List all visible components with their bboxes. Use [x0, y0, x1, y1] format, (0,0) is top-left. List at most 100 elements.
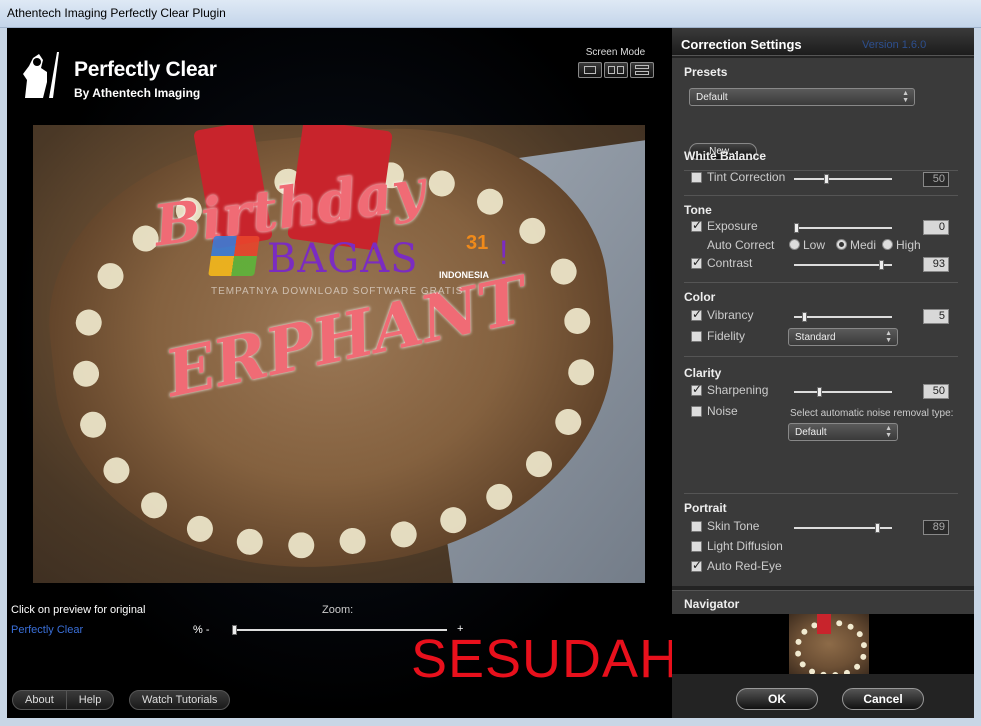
sharpening-checkbox[interactable]	[691, 382, 702, 396]
window-title: Athentech Imaging Perfectly Clear Plugin	[7, 6, 226, 20]
brand-logo: Perfectly Clear By Athentech Imaging	[17, 50, 237, 102]
watermark-word: BAGAS	[267, 236, 419, 282]
noise-checkbox[interactable]	[691, 406, 702, 417]
perfectly-clear-link[interactable]: Perfectly Clear	[11, 624, 83, 636]
screen-mode-split-button[interactable]	[603, 62, 628, 78]
tint-slider[interactable]	[794, 178, 892, 180]
screen-mode-stacked-button[interactable]	[629, 62, 654, 78]
screen-mode-label: Screen Mode	[585, 47, 646, 58]
auto-correct-low-radio[interactable]	[789, 239, 800, 250]
auto-correct-medi-radio[interactable]	[836, 239, 847, 250]
settings-header: Correction Settings Version 1.6.0	[672, 28, 974, 56]
skin-tone-slider-thumb[interactable]	[875, 523, 880, 533]
contrast-label: Contrast	[707, 256, 753, 270]
vibrancy-checkbox[interactable]	[691, 307, 702, 321]
auto-correct-low-label: Low	[803, 238, 826, 252]
white-balance-title: White Balance	[684, 149, 767, 163]
correction-settings: Presets Default ▲ ▼ New... White Balance …	[672, 58, 974, 586]
sharpening-slider[interactable]	[794, 391, 892, 393]
windows-flag-icon	[208, 236, 260, 276]
about-button[interactable]: About	[13, 691, 67, 709]
navigator-thumbnail[interactable]	[789, 614, 869, 674]
help-button[interactable]: Help	[67, 691, 114, 709]
auto-correct-label: Auto Correct	[707, 238, 775, 252]
presets-select[interactable]: Default ▲ ▼	[689, 88, 915, 106]
divider	[684, 282, 958, 283]
vibrancy-value[interactable]: 5	[923, 309, 949, 324]
tint-slider-thumb[interactable]	[824, 174, 829, 184]
skin-tone-label: Skin Tone	[707, 519, 760, 533]
portrait-title: Portrait	[684, 501, 727, 515]
updown-icon: ▲ ▼	[885, 330, 892, 344]
sharpening-label: Sharpening	[707, 383, 769, 397]
tint-value[interactable]: 50	[923, 172, 949, 187]
exposure-slider-thumb[interactable]	[794, 223, 799, 233]
screen-mode-single-button[interactable]	[577, 62, 602, 78]
auto-red-eye-checkbox[interactable]	[691, 558, 702, 572]
preview-pane: Perfectly Clear By Athentech Imaging Scr…	[7, 28, 678, 718]
click-preview-hint: Click on preview for original	[11, 604, 146, 616]
zoom-slider-thumb[interactable]	[232, 625, 237, 635]
version-label: Version 1.6.0	[862, 39, 927, 51]
sharpening-slider-thumb[interactable]	[817, 387, 822, 397]
fidelity-checkbox[interactable]	[691, 331, 702, 342]
knight-logo-icon	[23, 52, 59, 98]
screen-mode: Screen Mode	[573, 47, 658, 78]
tint-correction-checkbox[interactable]	[691, 172, 702, 183]
presets-selected: Default	[696, 92, 728, 103]
fidelity-select[interactable]: Standard ▲ ▼	[788, 328, 898, 346]
color-title: Color	[684, 290, 716, 304]
vibrancy-label: Vibrancy	[707, 308, 754, 322]
skin-tone-value[interactable]: 89	[923, 520, 949, 535]
divider	[684, 493, 958, 494]
watermark-mark: !	[499, 234, 509, 272]
exposure-checkbox[interactable]	[691, 218, 702, 232]
exposure-value[interactable]: 0	[923, 220, 949, 235]
skin-tone-checkbox[interactable]	[691, 521, 702, 532]
presets-title: Presets	[684, 65, 728, 79]
ok-button[interactable]: OK	[736, 688, 818, 710]
watch-tutorials-button[interactable]: Watch Tutorials	[130, 691, 229, 709]
auto-correct-medi-label: Medi	[850, 238, 877, 252]
divider	[684, 356, 958, 357]
exposure-slider[interactable]	[794, 227, 892, 229]
fidelity-label: Fidelity	[707, 329, 746, 343]
noise-label: Noise	[707, 404, 738, 418]
updown-icon: ▲ ▼	[902, 90, 909, 104]
contrast-value[interactable]: 93	[923, 257, 949, 272]
light-diffusion-label: Light Diffusion	[707, 539, 783, 553]
image-preview[interactable]: Birthday ERPHANT	[33, 125, 645, 583]
contrast-slider[interactable]	[794, 264, 892, 266]
settings-pane: Correction Settings Version 1.6.0 Preset…	[672, 28, 974, 718]
window-titlebar: Athentech Imaging Perfectly Clear Plugin	[0, 0, 981, 28]
brand-name: Perfectly Clear	[74, 58, 217, 81]
sharpening-value[interactable]: 50	[923, 384, 949, 399]
contrast-slider-thumb[interactable]	[879, 260, 884, 270]
watermark-country: INDONESIA	[439, 270, 490, 280]
watermark: BAGAS 31 INDONESIA ! TEMPATNYA DOWNLOAD …	[208, 232, 541, 306]
auto-red-eye-label: Auto Red-Eye	[707, 559, 782, 573]
vibrancy-slider[interactable]	[794, 316, 892, 318]
contrast-checkbox[interactable]	[691, 255, 702, 269]
tint-correction-label: Tint Correction	[707, 170, 786, 184]
settings-title: Correction Settings	[681, 37, 802, 52]
watermark-number: 31	[466, 232, 489, 254]
navigator-title: Navigator	[684, 597, 740, 611]
zoom-label: Zoom:	[322, 604, 354, 616]
tone-title: Tone	[684, 203, 712, 217]
cancel-button[interactable]: Cancel	[842, 688, 924, 710]
navigator	[672, 614, 974, 674]
vibrancy-slider-thumb[interactable]	[802, 312, 807, 322]
light-diffusion-checkbox[interactable]	[691, 541, 702, 552]
updown-icon: ▲ ▼	[885, 425, 892, 439]
auto-correct-high-radio[interactable]	[882, 239, 893, 250]
noise-type-select[interactable]: Default ▲ ▼	[788, 423, 898, 441]
exposure-label: Exposure	[707, 219, 758, 233]
noise-type-selected: Default	[795, 427, 827, 438]
zoom-minus: % -	[193, 624, 210, 636]
noise-type-note: Select automatic noise removal type:	[790, 408, 954, 419]
brand-byline: By Athentech Imaging	[74, 86, 201, 100]
navigator-header: Navigator	[672, 590, 974, 614]
overlay-caption: SESUDAH	[411, 629, 680, 689]
tutorials-group: Watch Tutorials	[129, 690, 231, 710]
